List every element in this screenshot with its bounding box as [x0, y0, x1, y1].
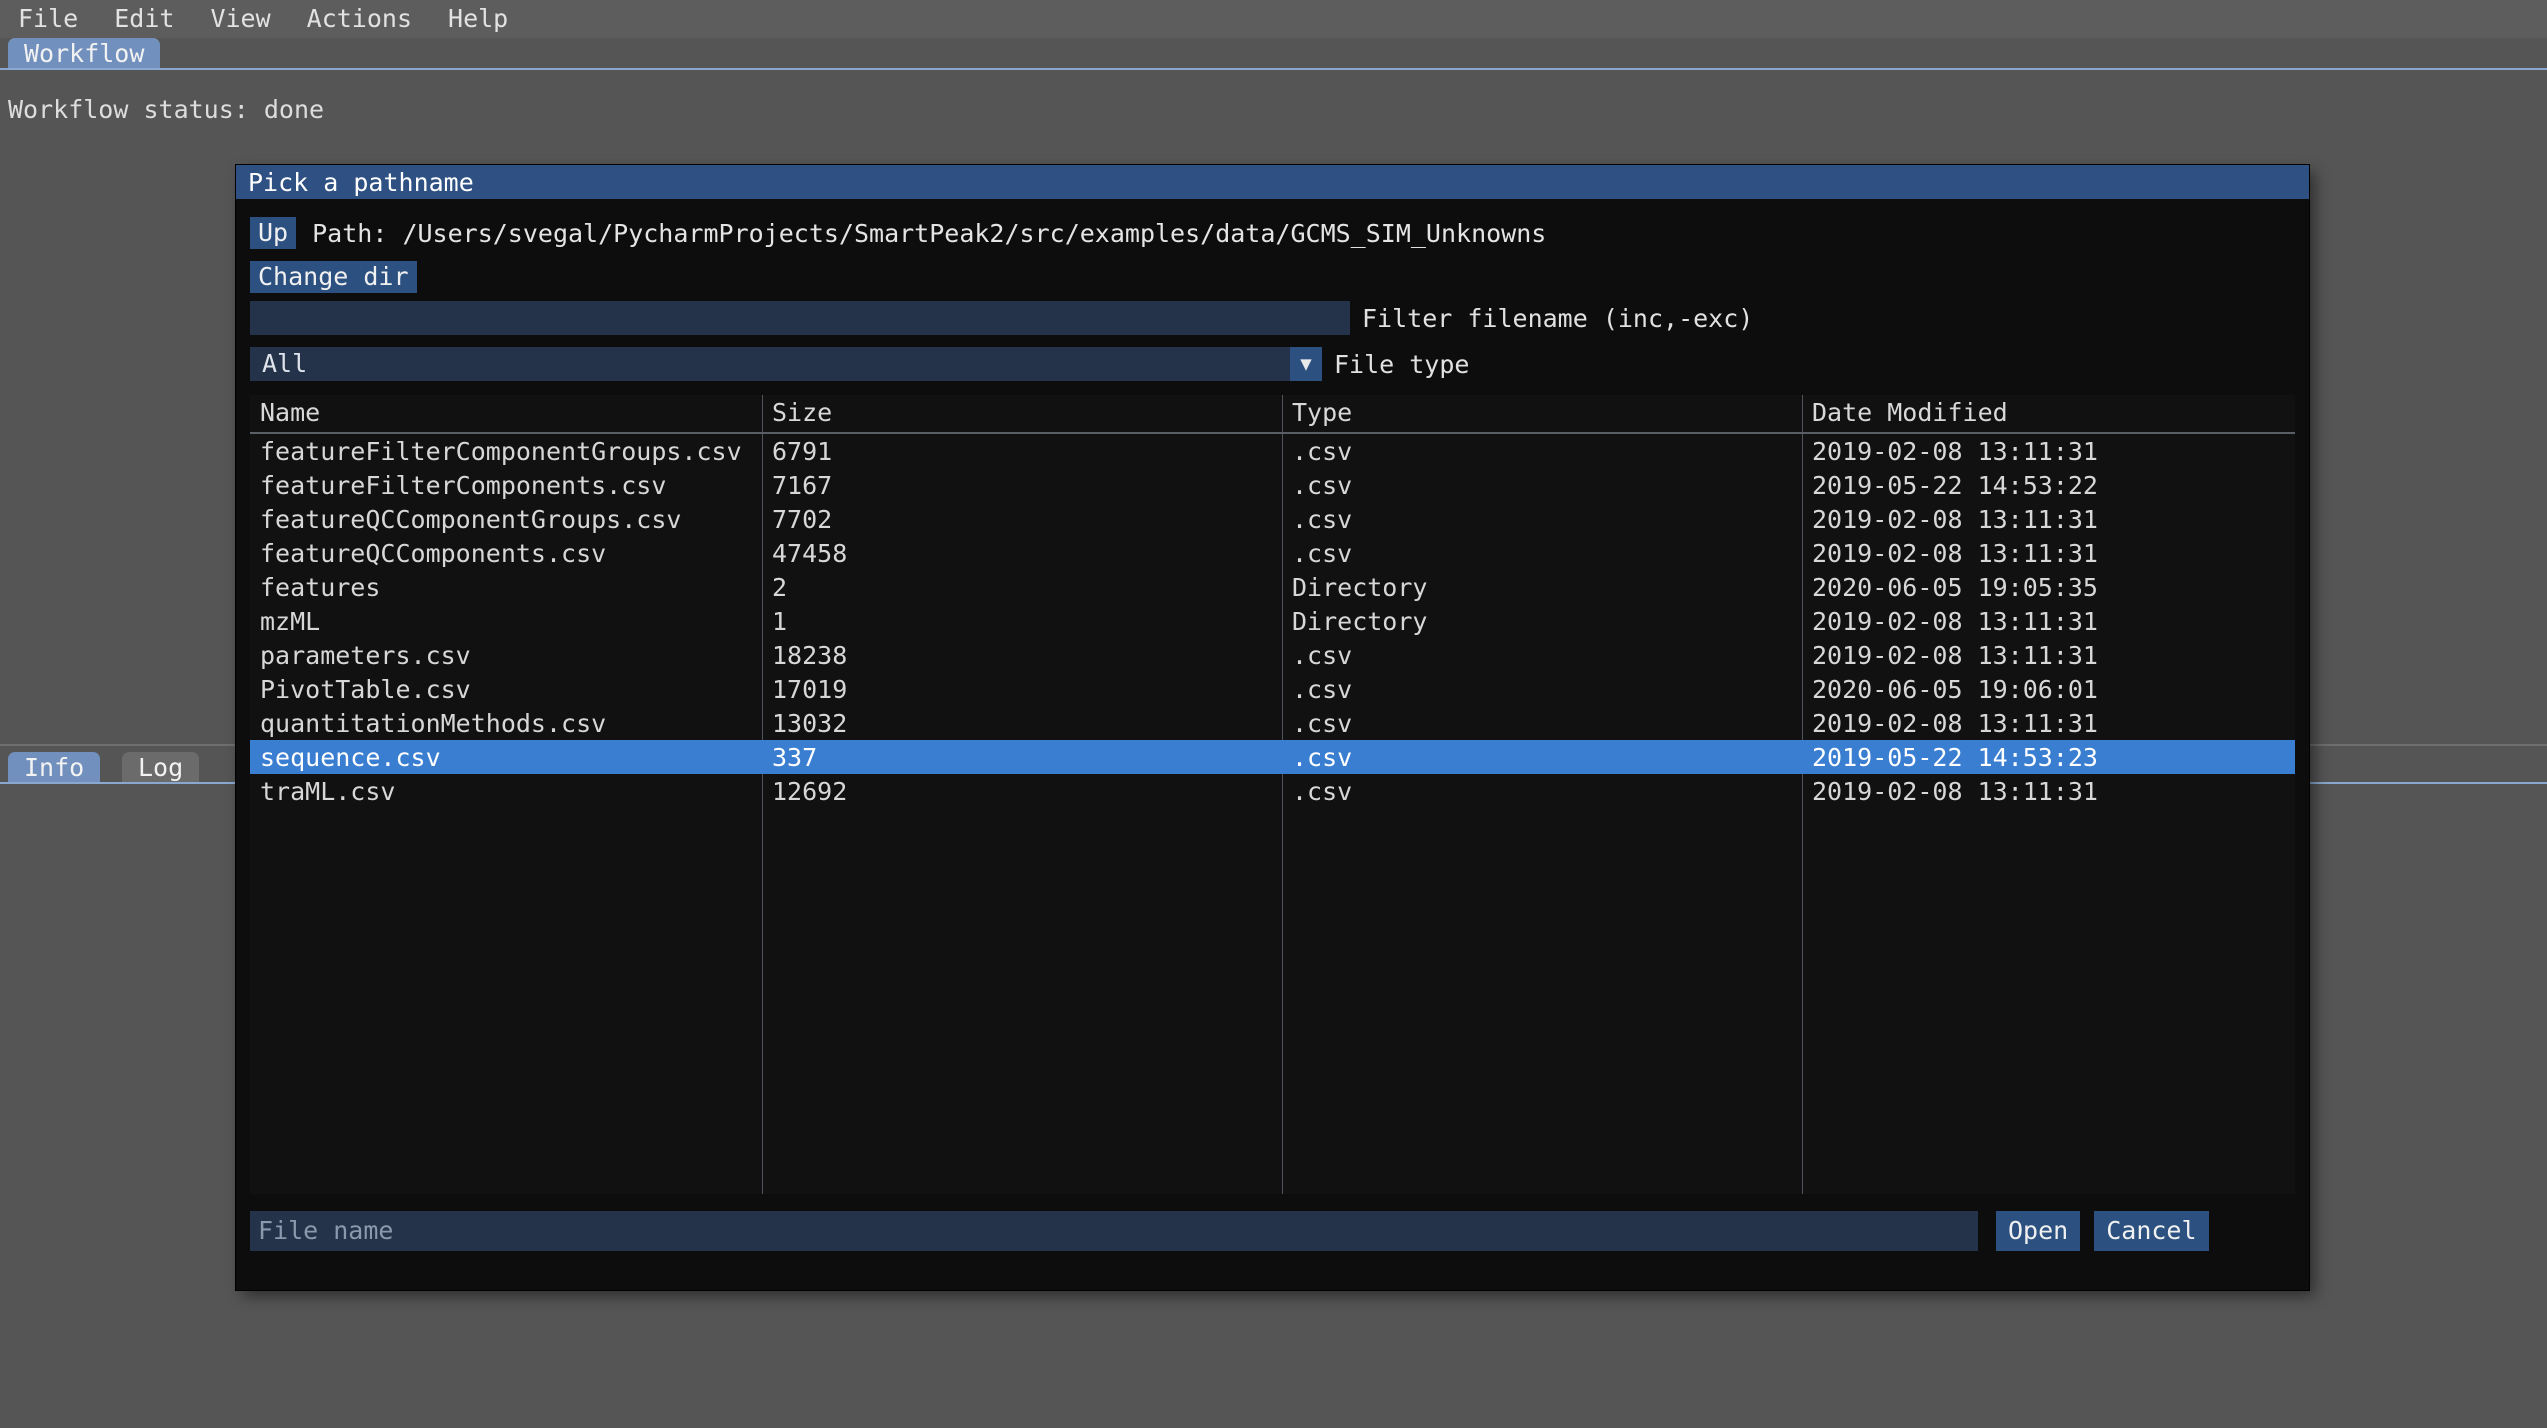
main-tab-underline: [0, 68, 2547, 70]
path-label-text: Path:: [312, 219, 387, 248]
menu-item-view[interactable]: View: [210, 0, 292, 38]
cell-file-name: featureFilterComponents.csv: [250, 468, 762, 503]
cell-file-name: features: [250, 570, 762, 605]
path-value: /Users/svegal/PycharmProjects/SmartPeak2…: [402, 219, 1546, 248]
menu-item-actions[interactable]: Actions: [307, 0, 434, 38]
filter-row: Filter filename (inc,-exc): [250, 301, 1753, 335]
cell-file-date-modified: 2019-02-08 13:11:31: [1802, 536, 2295, 571]
cell-file-date-modified: 2019-05-22 14:53:23: [1802, 740, 2295, 775]
cell-file-name: featureQCComponentGroups.csv: [250, 502, 762, 537]
cell-file-type: .csv: [1282, 434, 1802, 469]
cell-file-type: .csv: [1282, 536, 1802, 571]
tab-info[interactable]: Info: [8, 752, 100, 782]
table-row[interactable]: traML.csv12692.csv2019-02-08 13:11:31: [250, 774, 2295, 808]
open-button[interactable]: Open: [1996, 1211, 2080, 1251]
menu-item-file[interactable]: File: [18, 0, 100, 38]
table-row[interactable]: featureQCComponents.csv47458.csv2019-02-…: [250, 536, 2295, 570]
cell-file-type: .csv: [1282, 774, 1802, 809]
table-row[interactable]: featureFilterComponents.csv7167.csv2019-…: [250, 468, 2295, 502]
cell-file-name: quantitationMethods.csv: [250, 706, 762, 741]
cell-file-type: .csv: [1282, 502, 1802, 537]
workflow-status-text: Workflow status: done: [8, 95, 324, 124]
column-header-date-modified[interactable]: Date Modified: [1802, 395, 2295, 430]
chevron-down-icon[interactable]: ▼: [1290, 347, 1322, 381]
table-row[interactable]: sequence.csv337.csv2019-05-22 14:53:23: [250, 740, 2295, 774]
cell-file-type: .csv: [1282, 468, 1802, 503]
tab-info-label: Info: [24, 753, 84, 782]
cell-file-date-modified: 2019-02-08 13:11:31: [1802, 638, 2295, 673]
cell-file-size: 1: [762, 604, 1282, 639]
file-type-row: All ▼ File type: [250, 347, 1469, 381]
cell-file-name: featureQCComponents.csv: [250, 536, 762, 571]
cell-file-size: 47458: [762, 536, 1282, 571]
application-window: File Edit View Actions Help Workflow Wor…: [0, 0, 2547, 1428]
path-row: Up Path: /Users/svegal/PycharmProjects/S…: [250, 217, 1546, 249]
file-list-rows: featureFilterComponentGroups.csv6791.csv…: [250, 434, 2295, 808]
file-list-table: Name Size Type Date Modified featureFilt…: [250, 395, 2295, 1194]
cell-file-name: sequence.csv: [250, 740, 762, 775]
cell-file-name: PivotTable.csv: [250, 672, 762, 707]
cell-file-size: 7167: [762, 468, 1282, 503]
cell-file-type: .csv: [1282, 672, 1802, 707]
file-name-input[interactable]: File name: [250, 1211, 1978, 1251]
cell-file-size: 7702: [762, 502, 1282, 537]
cell-file-date-modified: 2020-06-05 19:06:01: [1802, 672, 2295, 707]
main-tab-strip: Workflow: [0, 38, 2547, 68]
cell-file-name: parameters.csv: [250, 638, 762, 673]
cell-file-size: 6791: [762, 434, 1282, 469]
filter-filename-label: Filter filename (inc,-exc): [1362, 304, 1753, 333]
tab-workflow[interactable]: Workflow: [8, 38, 160, 68]
column-header-size[interactable]: Size: [762, 395, 1282, 430]
file-type-value: All: [256, 347, 1290, 381]
filter-filename-input[interactable]: [250, 301, 1350, 335]
menu-item-help[interactable]: Help: [448, 0, 530, 38]
table-row[interactable]: quantitationMethods.csv13032.csv2019-02-…: [250, 706, 2295, 740]
cell-file-date-modified: 2019-02-08 13:11:31: [1802, 774, 2295, 809]
cell-file-date-modified: 2019-02-08 13:11:31: [1802, 502, 2295, 537]
change-dir-button[interactable]: Change dir: [250, 261, 417, 293]
cell-file-date-modified: 2020-06-05 19:05:35: [1802, 570, 2295, 605]
dialog-footer: File name Open Cancel: [250, 1209, 2295, 1253]
table-row[interactable]: featureQCComponentGroups.csv7702.csv2019…: [250, 502, 2295, 536]
dialog-title[interactable]: Pick a pathname: [236, 165, 2309, 199]
cell-file-name: featureFilterComponentGroups.csv: [250, 434, 762, 469]
table-row[interactable]: PivotTable.csv17019.csv2020-06-05 19:06:…: [250, 672, 2295, 706]
cell-file-date-modified: 2019-02-08 13:11:31: [1802, 434, 2295, 469]
cell-file-size: 18238: [762, 638, 1282, 673]
cell-file-type: Directory: [1282, 570, 1802, 605]
cell-file-type: .csv: [1282, 740, 1802, 775]
dialog-body: Up Path: /Users/svegal/PycharmProjects/S…: [236, 199, 2309, 1290]
cell-file-size: 13032: [762, 706, 1282, 741]
up-button[interactable]: Up: [250, 217, 296, 249]
cell-file-type: .csv: [1282, 638, 1802, 673]
menu-item-edit[interactable]: Edit: [114, 0, 196, 38]
table-row[interactable]: parameters.csv18238.csv2019-02-08 13:11:…: [250, 638, 2295, 672]
cell-file-date-modified: 2019-02-08 13:11:31: [1802, 604, 2295, 639]
table-row[interactable]: mzML1Directory2019-02-08 13:11:31: [250, 604, 2295, 638]
cell-file-size: 17019: [762, 672, 1282, 707]
cell-file-name: mzML: [250, 604, 762, 639]
file-picker-dialog: Pick a pathname Up Path: /Users/svegal/P…: [236, 165, 2309, 1290]
cell-file-size: 2: [762, 570, 1282, 605]
cell-file-size: 337: [762, 740, 1282, 775]
path-label: Path: /Users/svegal/PycharmProjects/Smar…: [312, 219, 1546, 248]
cell-file-type: Directory: [1282, 604, 1802, 639]
cell-file-date-modified: 2019-02-08 13:11:31: [1802, 706, 2295, 741]
cell-file-name: traML.csv: [250, 774, 762, 809]
tab-log-label: Log: [138, 753, 183, 782]
cell-file-size: 12692: [762, 774, 1282, 809]
menu-bar: File Edit View Actions Help: [0, 0, 2547, 38]
cell-file-date-modified: 2019-05-22 14:53:22: [1802, 468, 2295, 503]
table-row[interactable]: featureFilterComponentGroups.csv6791.csv…: [250, 434, 2295, 468]
cell-file-type: .csv: [1282, 706, 1802, 741]
file-type-label: File type: [1334, 350, 1469, 379]
column-header-type[interactable]: Type: [1282, 395, 1802, 430]
tab-workflow-label: Workflow: [24, 39, 144, 68]
column-header-name[interactable]: Name: [250, 395, 762, 430]
file-type-dropdown[interactable]: All ▼: [250, 347, 1322, 381]
table-row[interactable]: features2Directory2020-06-05 19:05:35: [250, 570, 2295, 604]
cancel-button[interactable]: Cancel: [2094, 1211, 2208, 1251]
tab-log[interactable]: Log: [122, 752, 199, 782]
file-list-header: Name Size Type Date Modified: [250, 395, 2295, 434]
